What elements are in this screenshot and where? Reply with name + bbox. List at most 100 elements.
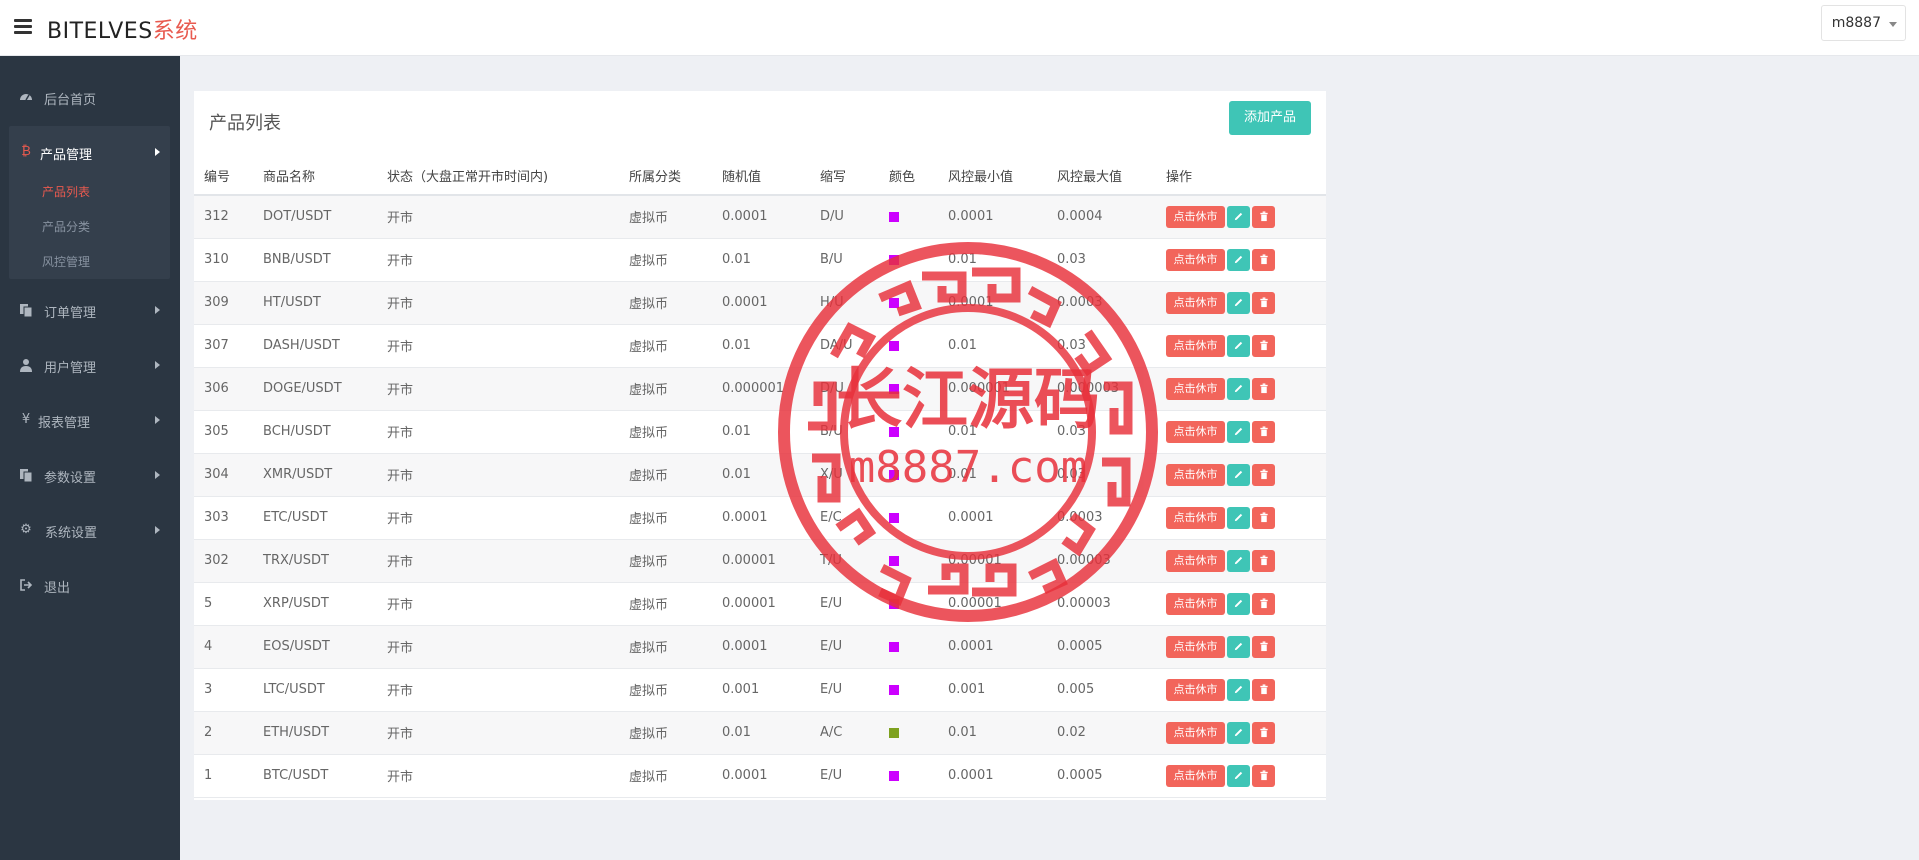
edit-icon[interactable]	[1227, 420, 1250, 443]
cell-category: 虚拟币	[629, 770, 669, 785]
sidebar-item-logout[interactable]: 退出	[0, 565, 180, 605]
halt-market-button[interactable]: 点击休市	[1166, 291, 1225, 314]
edit-icon[interactable]	[1227, 506, 1250, 529]
cell-random: 0.01	[722, 725, 751, 740]
halt-market-button[interactable]: 点击休市	[1166, 420, 1225, 443]
cell-id: 2	[204, 725, 213, 740]
halt-market-button[interactable]: 点击休市	[1166, 592, 1225, 615]
sidebar-item-params[interactable]: 参数设置	[0, 455, 180, 495]
cell-category: 虚拟币	[629, 512, 669, 527]
cell-random: 0.00001	[722, 553, 776, 568]
edit-icon[interactable]	[1227, 291, 1250, 314]
delete-icon[interactable]	[1252, 721, 1275, 744]
cell-random: 0.01	[722, 467, 751, 482]
edit-icon[interactable]	[1227, 721, 1250, 744]
cell-name: BNB/USDT	[263, 252, 331, 267]
cell-name: ETH/USDT	[263, 725, 330, 740]
halt-market-button[interactable]: 点击休市	[1166, 463, 1225, 486]
cell-random: 0.000001	[722, 381, 785, 396]
cell-random: 0.001	[722, 682, 760, 697]
delete-icon[interactable]	[1252, 549, 1275, 572]
delete-icon[interactable]	[1252, 635, 1275, 658]
cell-color	[879, 281, 938, 324]
cell-category: 虚拟币	[629, 426, 669, 441]
edit-icon[interactable]	[1227, 463, 1250, 486]
delete-icon[interactable]	[1252, 291, 1275, 314]
edit-icon[interactable]	[1227, 549, 1250, 572]
cell-abbr: E/U	[820, 768, 843, 783]
halt-market-button[interactable]: 点击休市	[1166, 506, 1225, 529]
cell-min: 0.01	[948, 424, 977, 439]
cell-category: 虚拟币	[629, 641, 669, 656]
delete-icon[interactable]	[1252, 764, 1275, 787]
edit-icon[interactable]	[1227, 678, 1250, 701]
sidebar-subitem-product-category[interactable]: 产品分类	[42, 218, 90, 235]
cell-max: 0.03	[1057, 467, 1086, 482]
cell-id: 303	[204, 510, 229, 525]
delete-icon[interactable]	[1252, 506, 1275, 529]
halt-market-button[interactable]: 点击休市	[1166, 764, 1225, 787]
cell-id: 305	[204, 424, 229, 439]
cell-abbr: E/U	[820, 682, 843, 697]
table-row: 305 BCH/USDT 开市 虚拟币 0.01 B/U 0.01 0.03 点击休市	[194, 410, 1326, 453]
cell-name: DOT/USDT	[263, 209, 332, 225]
table-row: 4 EOS/USDT 开市 虚拟币 0.0001 E/U 0.0001 0.0005 点击休市	[194, 625, 1326, 668]
delete-icon[interactable]	[1252, 334, 1275, 357]
cell-random: 0.01	[722, 252, 751, 267]
edit-icon[interactable]	[1227, 248, 1250, 271]
color-swatch	[889, 770, 899, 781]
delete-icon[interactable]	[1252, 592, 1275, 615]
delete-icon[interactable]	[1252, 463, 1275, 486]
cell-min: 0.0001	[948, 639, 994, 654]
sidebar-item-dashboard[interactable]: 后台首页	[0, 77, 180, 117]
edit-icon[interactable]	[1227, 764, 1250, 787]
delete-icon[interactable]	[1252, 678, 1275, 701]
chevron-right-icon	[155, 471, 160, 479]
halt-market-button[interactable]: 点击休市	[1166, 549, 1225, 572]
menu-toggle-icon[interactable]	[14, 19, 32, 35]
user-dropdown[interactable]: m8887	[1820, 5, 1906, 41]
color-swatch	[889, 254, 899, 265]
sidebar-item-label: 参数设置	[44, 471, 97, 486]
edit-icon[interactable]	[1227, 635, 1250, 658]
cell-color	[879, 238, 938, 281]
cell-max: 0.000003	[1057, 381, 1120, 396]
cell-abbr: B/U	[820, 424, 843, 439]
cell-color	[879, 711, 938, 754]
sidebar-item-label: 系统设置	[45, 526, 98, 541]
delete-icon[interactable]	[1252, 205, 1275, 228]
halt-market-button[interactable]: 点击休市	[1166, 334, 1225, 357]
sidebar-item-reports[interactable]: ¥ 报表管理	[0, 400, 180, 440]
top-header: BITELVES系统 m8887	[0, 0, 1919, 56]
cell-status: 开市	[387, 297, 414, 312]
edit-icon[interactable]	[1227, 205, 1250, 228]
halt-market-button[interactable]: 点击休市	[1166, 635, 1225, 658]
cell-status: 开市	[387, 641, 414, 656]
sidebar-item-products[interactable]: ₿ 产品管理	[0, 132, 180, 172]
sidebar-subitem-risk-control[interactable]: 风控管理	[42, 253, 90, 270]
edit-icon[interactable]	[1227, 592, 1250, 615]
delete-icon[interactable]	[1252, 248, 1275, 271]
halt-market-button[interactable]: 点击休市	[1166, 205, 1225, 228]
delete-icon[interactable]	[1252, 377, 1275, 400]
table-row: 1 BTC/USDT 开市 虚拟币 0.0001 E/U 0.0001 0.0005 点击休市	[194, 754, 1326, 797]
delete-icon[interactable]	[1252, 420, 1275, 443]
edit-icon[interactable]	[1227, 377, 1250, 400]
sidebar-item-orders[interactable]: 订单管理	[0, 290, 180, 330]
edit-icon[interactable]	[1227, 334, 1250, 357]
sidebar-subitem-product-list[interactable]: 产品列表	[42, 183, 90, 200]
sidebar: 后台首页 ₿ 产品管理 产品列表 产品分类 风控管理 订单管理 用户管理 ¥ 报…	[0, 56, 180, 860]
cell-actions: 点击休市	[1156, 625, 1326, 668]
halt-market-button[interactable]: 点击休市	[1166, 377, 1225, 400]
halt-market-button[interactable]: 点击休市	[1166, 721, 1225, 744]
sidebar-item-system[interactable]: ⚙ 系统设置	[0, 510, 180, 550]
halt-market-button[interactable]: 点击休市	[1166, 678, 1225, 701]
add-product-button[interactable]: 添加产品	[1229, 101, 1311, 135]
cell-random: 0.0001	[722, 209, 768, 225]
sidebar-item-users[interactable]: 用户管理	[0, 345, 180, 385]
halt-market-button[interactable]: 点击休市	[1166, 248, 1225, 271]
cell-name: BTC/USDT	[263, 768, 329, 783]
cell-name: ETC/USDT	[263, 510, 328, 525]
cell-id: 309	[204, 295, 229, 310]
color-swatch	[889, 684, 899, 695]
